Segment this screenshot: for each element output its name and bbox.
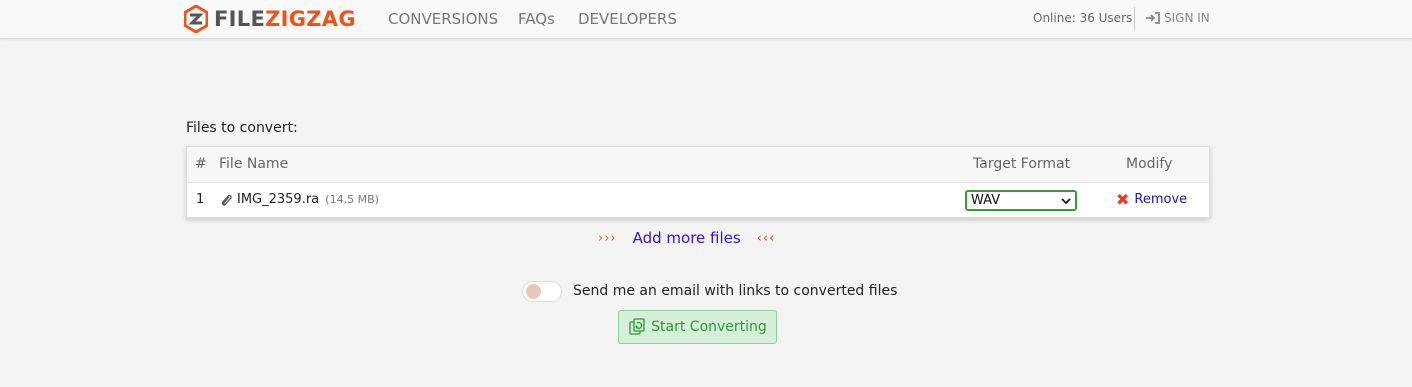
header-number: # [195,156,207,172]
remove-label: Remove [1134,192,1188,207]
target-format-select[interactable]: WAV [965,190,1077,211]
table-header: # File Name Target Format Modify [187,147,1209,183]
chevron-down-icon [1061,197,1071,204]
convert-icon [629,318,645,335]
file-name-text: IMG_2359.ra [237,192,320,207]
files-to-convert-heading: Files to convert: [186,120,298,136]
header-file-name: File Name [219,156,289,172]
row-number: 1 [196,192,205,207]
logo-icon [184,5,208,33]
start-converting-label: Start Converting [651,319,767,335]
left-arrows-icon: ››› [598,230,617,246]
logo-text: FILEZIGZAG [214,7,356,31]
signin-icon [1146,12,1160,24]
toggle-knob [526,284,541,299]
close-icon: ✖ [1116,189,1130,209]
add-more-files-link[interactable]: Add more files [633,229,741,247]
email-toggle[interactable] [522,281,562,302]
paperclip-icon [221,194,232,206]
start-converting-button[interactable]: Start Converting [618,310,777,344]
header-modify: Modify [1126,156,1173,172]
sign-in-button[interactable]: SIGN IN [1146,11,1210,25]
table-row: 1 IMG_2359.ra (14.5 MB) WAV ✖ Remove [187,183,1209,218]
nav-developers[interactable]: DEVELOPERS [578,10,677,28]
header-target-format: Target Format [973,156,1071,172]
target-format-value: WAV [971,193,1001,208]
remove-file-button[interactable]: ✖ Remove [1116,189,1188,209]
sign-in-label: SIGN IN [1164,11,1210,25]
file-size: (14.5 MB) [325,193,379,206]
nav-divider [1134,7,1135,31]
nav-faqs[interactable]: FAQs [518,10,555,28]
online-users-count: Online: 36 Users [1033,11,1133,25]
file-table: # File Name Target Format Modify 1 IMG_2… [186,146,1210,218]
add-more-files: ››› Add more files ‹‹‹ [598,229,775,247]
email-toggle-label: Send me an email with links to converted… [573,283,898,299]
file-name: IMG_2359.ra (14.5 MB) [237,192,379,207]
logo[interactable]: FILEZIGZAG [184,3,356,35]
nav-conversions[interactable]: CONVERSIONS [388,10,498,28]
right-arrows-icon: ‹‹‹ [756,230,776,246]
top-navbar: FILEZIGZAG CONVERSIONS FAQs DEVELOPERS O… [0,0,1412,39]
